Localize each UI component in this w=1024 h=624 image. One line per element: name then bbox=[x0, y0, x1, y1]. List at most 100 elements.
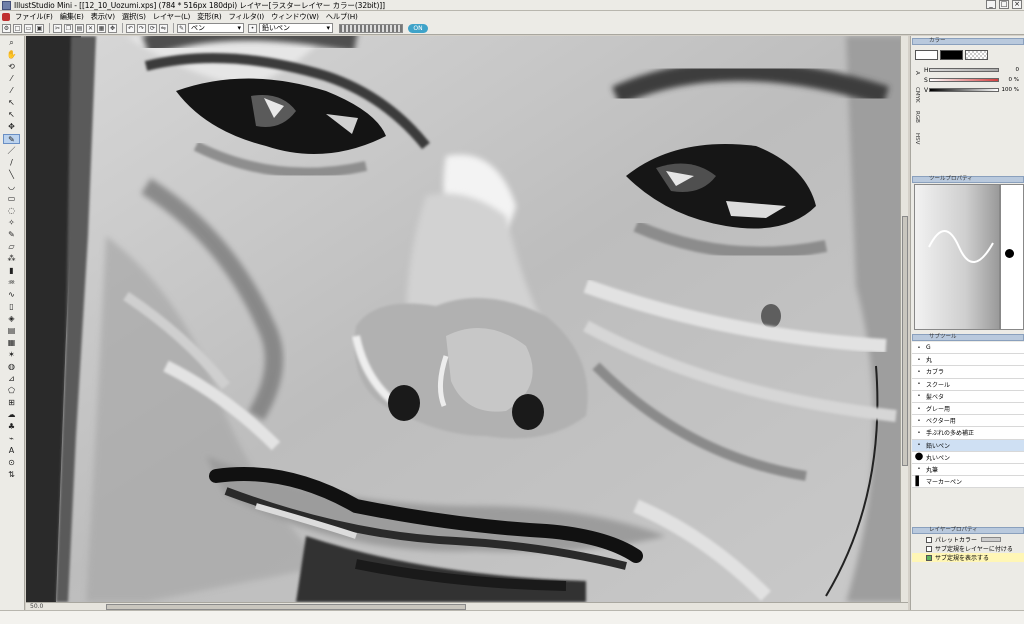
color-swap-icon[interactable]: ⇅ bbox=[3, 470, 20, 480]
menu-layer[interactable]: レイヤー(L) bbox=[153, 12, 191, 22]
app-menu-icon[interactable] bbox=[2, 12, 10, 21]
menu-help[interactable]: ヘルプ(H) bbox=[326, 12, 358, 22]
main-color-swatch[interactable] bbox=[915, 50, 938, 60]
subtool-item-selected[interactable]: • 鉛いペン bbox=[912, 439, 1024, 452]
fill-bucket-icon[interactable]: ◈ bbox=[3, 314, 20, 324]
subtool-item[interactable]: • 手ぶれの多め補正 bbox=[912, 427, 1024, 440]
redo-icon[interactable]: ↷ bbox=[137, 23, 146, 33]
figure-icon[interactable]: ⬠ bbox=[3, 386, 20, 396]
pen-tool-icon[interactable]: ✎ bbox=[3, 134, 20, 144]
text-tool-icon[interactable]: A bbox=[3, 446, 20, 456]
tab-rgb[interactable]: RGB bbox=[912, 106, 921, 128]
open-folder-icon[interactable]: ▭ bbox=[24, 23, 33, 33]
sub-color-swatch[interactable] bbox=[940, 50, 963, 60]
menu-file[interactable]: ファイル(F) bbox=[15, 12, 53, 22]
menu-transform[interactable]: 変形(R) bbox=[197, 12, 222, 22]
opacity-slider[interactable] bbox=[339, 23, 403, 33]
subtool-item[interactable]: ▌ マーカーペン bbox=[912, 476, 1024, 489]
pencil-tool-icon[interactable]: ／ bbox=[3, 146, 20, 156]
tab-a[interactable]: A bbox=[912, 62, 921, 84]
horizontal-scrollbar[interactable] bbox=[26, 602, 908, 610]
hand-tool-icon[interactable]: ✋ bbox=[3, 50, 20, 60]
show-ruler-checkbox[interactable] bbox=[926, 554, 932, 561]
attach-ruler-checkbox[interactable] bbox=[926, 545, 932, 552]
tone-icon[interactable]: ◍ bbox=[3, 362, 20, 372]
sparkle-icon[interactable]: ✶ bbox=[3, 350, 20, 360]
pattern-icon[interactable]: ▦ bbox=[3, 338, 20, 348]
close-button[interactable]: × bbox=[1012, 0, 1022, 9]
clear-icon[interactable]: ✕ bbox=[86, 23, 95, 33]
subtool-item[interactable]: • 髪ベタ bbox=[912, 390, 1024, 403]
paste-icon[interactable]: ▤ bbox=[75, 23, 84, 33]
eyedropper-layer-icon[interactable]: ⁄ bbox=[3, 86, 20, 96]
menu-edit[interactable]: 編集(E) bbox=[60, 12, 84, 22]
vertical-scroll-thumb[interactable] bbox=[902, 216, 908, 466]
save-icon[interactable]: ▣ bbox=[35, 23, 44, 33]
marker-icon[interactable]: ▮ bbox=[3, 266, 20, 276]
correct-line-icon[interactable]: ⌁ bbox=[3, 434, 20, 444]
subtool-item[interactable]: • カブラ bbox=[912, 366, 1024, 379]
object-select-icon[interactable]: ↖ bbox=[3, 110, 20, 120]
brush-tool-icon[interactable]: / bbox=[3, 158, 20, 168]
zoom-tool-icon[interactable]: ⌕ bbox=[3, 38, 20, 48]
subtool-item[interactable]: • スクール bbox=[912, 378, 1024, 391]
palette-color-checkbox[interactable] bbox=[926, 536, 932, 543]
slider-h-bar[interactable] bbox=[929, 68, 999, 72]
subtool-item[interactable]: • 丸 bbox=[912, 354, 1024, 367]
rotate-view-icon[interactable]: ⟲ bbox=[3, 62, 20, 72]
airbrush-icon[interactable]: ⁂ bbox=[3, 254, 20, 264]
transform-icon[interactable]: ✥ bbox=[108, 23, 117, 33]
flip-icon[interactable]: ⇋ bbox=[159, 23, 168, 33]
subtool-item[interactable]: • 丸筆 bbox=[912, 463, 1024, 477]
tab-hsv[interactable]: HSV bbox=[912, 128, 921, 150]
watercolor-icon[interactable]: ♒ bbox=[3, 278, 20, 288]
fill-icon[interactable]: ▦ bbox=[97, 23, 106, 33]
undo-icon[interactable]: ↶ bbox=[126, 23, 135, 33]
menu-window[interactable]: ウィンドウ(W) bbox=[271, 12, 319, 22]
settings-gear-icon[interactable]: ⚙ bbox=[2, 23, 11, 33]
color-panel-header[interactable]: カラー bbox=[912, 38, 1024, 45]
subtool-item[interactable]: ● 丸いペン bbox=[912, 451, 1024, 464]
slider-s-bar[interactable] bbox=[929, 78, 999, 82]
operation-icon[interactable]: ⊙ bbox=[3, 458, 20, 468]
layer-property-header[interactable]: レイヤープロパティ bbox=[912, 527, 1024, 534]
new-file-icon[interactable]: □ bbox=[13, 23, 22, 33]
subtool-item[interactable]: • グレー用 bbox=[912, 402, 1024, 416]
select-arrow-icon[interactable]: ↖ bbox=[3, 98, 20, 108]
magic-wand-icon[interactable]: ✧ bbox=[3, 218, 20, 228]
palette-color-row[interactable]: パレットカラー bbox=[912, 535, 1024, 544]
canvas-artwork[interactable] bbox=[26, 36, 908, 602]
cut-icon[interactable]: ✂ bbox=[53, 23, 62, 33]
drawing-canvas[interactable] bbox=[26, 36, 908, 602]
curve-tool-icon[interactable]: ◡ bbox=[3, 182, 20, 192]
copy-icon[interactable]: ❐ bbox=[64, 23, 73, 33]
subtool-panel-header[interactable]: サブツール bbox=[912, 334, 1024, 341]
tool-select[interactable]: ペン ▾ bbox=[188, 23, 244, 33]
select-eraser-icon[interactable]: ▱ bbox=[3, 242, 20, 252]
subtool-select[interactable]: 鉛いペン ▾ bbox=[259, 23, 333, 33]
subtool-item[interactable]: • ベクター用 bbox=[912, 415, 1024, 428]
frame-icon[interactable]: ⊞ bbox=[3, 398, 20, 408]
gradient-icon[interactable]: ▤ bbox=[3, 326, 20, 336]
attach-ruler-row[interactable]: サブ定規をレイヤーに付ける bbox=[912, 544, 1024, 553]
select-pen-icon[interactable]: ✎ bbox=[3, 230, 20, 240]
lasso-icon[interactable]: ◌ bbox=[3, 206, 20, 216]
eraser-icon[interactable]: ▯ bbox=[3, 302, 20, 312]
slider-v-bar[interactable] bbox=[929, 88, 999, 92]
tool-property-header[interactable]: ツールプロパティ bbox=[912, 176, 1024, 183]
menu-select[interactable]: 選択(S) bbox=[122, 12, 146, 22]
show-ruler-row[interactable]: サブ定規を表示する bbox=[912, 553, 1024, 562]
rotate-icon[interactable]: ⟳ bbox=[148, 23, 157, 33]
line-tool-icon[interactable]: ╲ bbox=[3, 170, 20, 180]
rectangle-select-icon[interactable]: ▭ bbox=[3, 194, 20, 204]
stamp-icon[interactable]: ♣ bbox=[3, 422, 20, 432]
slider-v[interactable]: V 100 % bbox=[924, 86, 1022, 94]
toggle-badge[interactable]: ON bbox=[408, 23, 428, 33]
minimize-button[interactable]: _ bbox=[986, 0, 996, 9]
ruler-icon[interactable]: ⊿ bbox=[3, 374, 20, 384]
eyedropper-icon[interactable]: ⁄ bbox=[3, 74, 20, 84]
subtool-item[interactable]: • G bbox=[912, 342, 1024, 355]
tab-cmyk[interactable]: CMYK bbox=[912, 84, 921, 106]
slider-s[interactable]: S 0 % bbox=[924, 76, 1022, 84]
slider-h[interactable]: H 0 bbox=[924, 66, 1022, 74]
